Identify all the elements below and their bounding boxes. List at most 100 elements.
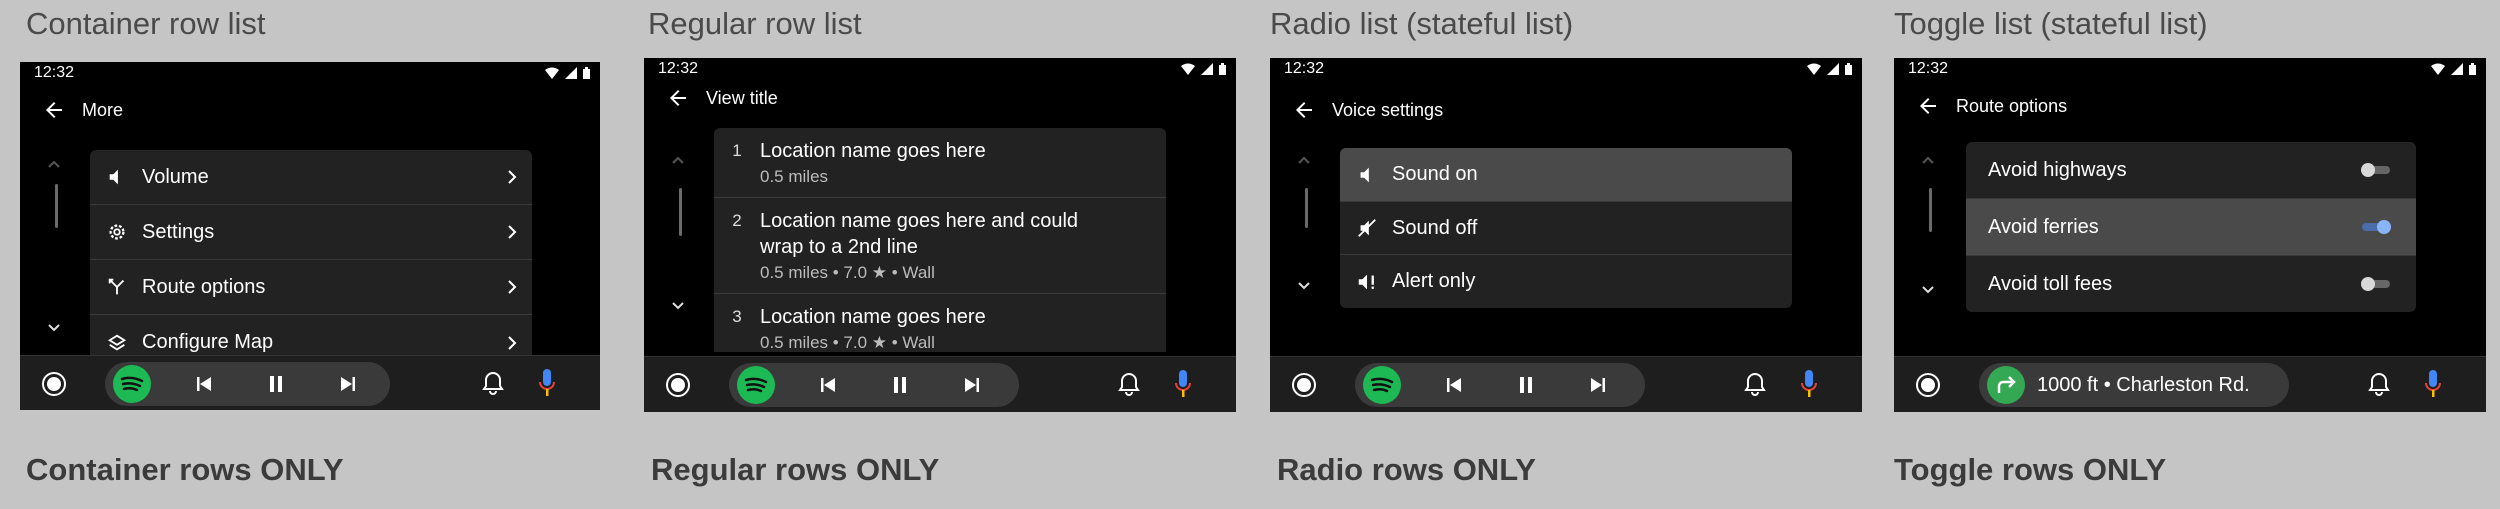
radio-item-label: Sound off [1392, 216, 1478, 239]
list-item[interactable]: 3 Location name goes here 0.5 miles • 7.… [714, 294, 1166, 352]
scroll-up-icon[interactable] [42, 154, 66, 174]
skip-previous-icon[interactable] [817, 374, 839, 396]
notification-bell-icon[interactable] [2368, 372, 2390, 396]
status-time: 12:32 [1284, 60, 1325, 77]
header: More [42, 98, 123, 122]
radio-item-alert-only[interactable]: Alert only [1340, 255, 1792, 308]
microphone-icon[interactable] [2424, 369, 2442, 399]
microphone-icon[interactable] [1174, 369, 1192, 399]
spotify-icon[interactable] [1363, 366, 1401, 404]
radio-item-label: Sound on [1392, 163, 1478, 185]
home-icon[interactable] [1291, 372, 1317, 398]
list-item[interactable]: 1 Location name goes here 0.5 miles [714, 128, 1166, 198]
toggle-item-label: Avoid highways [1988, 158, 2127, 181]
toggle-switch-off[interactable] [2358, 161, 2394, 179]
pause-icon[interactable] [889, 374, 911, 396]
list-item-number: 1 [732, 141, 742, 160]
list-item-route-options[interactable]: Route options [90, 260, 532, 315]
signal-icon [1827, 63, 1839, 75]
panel-caption-toggle: Toggle rows ONLY [1894, 452, 2167, 487]
notification-bell-icon[interactable] [1118, 372, 1140, 396]
media-controls [1355, 363, 1645, 407]
list-item-label: Configure Map [142, 331, 274, 353]
skip-previous-icon[interactable] [193, 373, 215, 395]
panel-title-toggle: Toggle list (stateful list) [1894, 6, 2208, 41]
scroll-column [666, 150, 694, 316]
skip-next-icon[interactable] [337, 373, 359, 395]
radio-item-sound-off[interactable]: Sound off [1340, 202, 1792, 255]
bottom-bar [644, 356, 1236, 412]
skip-previous-icon[interactable] [1443, 374, 1465, 396]
list-item-settings[interactable]: Settings [90, 205, 532, 260]
notification-bell-icon[interactable] [1744, 372, 1766, 396]
list-item-subtitle: 0.5 miles • 7.0 ★ • Wall [760, 333, 935, 352]
scroll-down-icon[interactable] [666, 296, 690, 316]
scroll-column [42, 154, 70, 338]
microphone-icon[interactable] [538, 368, 556, 398]
skip-next-icon[interactable] [1587, 374, 1609, 396]
toggle-item-avoid-toll-fees[interactable]: Avoid toll fees [1966, 256, 2416, 312]
scroll-up-icon[interactable] [1292, 150, 1316, 170]
list-item-volume[interactable]: Volume [90, 150, 532, 205]
sound-on-icon [1360, 167, 1369, 182]
list-item-text: Location name goes here and could wrap t… [760, 208, 1166, 284]
back-arrow-icon[interactable] [1916, 94, 1940, 118]
battery-icon [2469, 63, 2476, 75]
scroll-up-icon[interactable] [1916, 150, 1940, 170]
bottom-bar: 1000 ft • Charleston Rd. [1894, 356, 2486, 412]
spotify-icon[interactable] [737, 366, 775, 404]
route-icon [108, 278, 125, 295]
wifi-icon [1181, 63, 1195, 75]
header-title: Voice settings [1332, 99, 1444, 120]
status-time: 12:32 [658, 60, 699, 77]
header: Voice settings [1292, 98, 1443, 122]
battery-icon [1219, 63, 1226, 75]
scroll-down-icon[interactable] [42, 318, 66, 338]
home-icon[interactable] [41, 371, 67, 397]
home-icon[interactable] [1915, 372, 1941, 398]
media-controls [729, 363, 1019, 407]
list-item-title: Location name goes here and could wrap t… [760, 210, 1079, 258]
status-time: 12:32 [1908, 60, 1949, 77]
battery-icon [583, 67, 590, 79]
toggle-switch-on[interactable] [2358, 218, 2394, 236]
list-item[interactable]: 2 Location name goes here and could wrap… [714, 198, 1166, 294]
skip-next-icon[interactable] [961, 374, 983, 396]
pause-icon[interactable] [1515, 374, 1537, 396]
radio-item-sound-on[interactable]: Sound on [1340, 148, 1792, 202]
back-arrow-icon[interactable] [666, 86, 690, 110]
scroll-down-icon[interactable] [1292, 276, 1316, 296]
scrollbar-thumb[interactable] [1304, 188, 1308, 228]
home-icon[interactable] [665, 372, 691, 398]
sound-off-icon [1358, 219, 1376, 237]
header-title: Route options [1956, 95, 2068, 116]
panel-title-container: Container row list [26, 6, 266, 41]
chevron-right-icon [508, 335, 517, 350]
scroll-up-icon[interactable] [666, 150, 690, 170]
list-item-label: Route options [142, 275, 266, 298]
back-arrow-icon[interactable] [42, 98, 66, 122]
bottom-bar [20, 355, 600, 410]
toggle-item-avoid-ferries[interactable]: Avoid ferries [1966, 199, 2416, 256]
toggle-item-label: Avoid ferries [1988, 215, 2099, 238]
pause-icon[interactable] [265, 373, 287, 395]
list-item-label: Volume [142, 165, 209, 188]
list-item-number: 3 [732, 307, 742, 326]
notification-bell-icon[interactable] [482, 371, 504, 395]
scrollbar-thumb[interactable] [1928, 188, 1932, 232]
wifi-icon [545, 67, 559, 79]
radio-list: Sound on Sound off Alert only [1340, 148, 1792, 308]
microphone-icon[interactable] [1800, 369, 1818, 399]
signal-icon [1201, 63, 1213, 75]
status-icons [545, 67, 590, 79]
toggle-switch-off[interactable] [2358, 275, 2394, 293]
toggle-item-avoid-highways[interactable]: Avoid highways [1966, 142, 2416, 199]
scroll-down-icon[interactable] [1916, 280, 1940, 300]
toggle-item-label: Avoid toll fees [1988, 272, 2113, 295]
navigation-card[interactable]: 1000 ft • Charleston Rd. [1979, 363, 2289, 407]
scrollbar-thumb[interactable] [54, 184, 58, 228]
navigation-text: 1000 ft • Charleston Rd. [2037, 374, 2250, 396]
scrollbar-thumb[interactable] [678, 188, 682, 236]
back-arrow-icon[interactable] [1292, 98, 1316, 122]
spotify-icon[interactable] [113, 365, 151, 403]
